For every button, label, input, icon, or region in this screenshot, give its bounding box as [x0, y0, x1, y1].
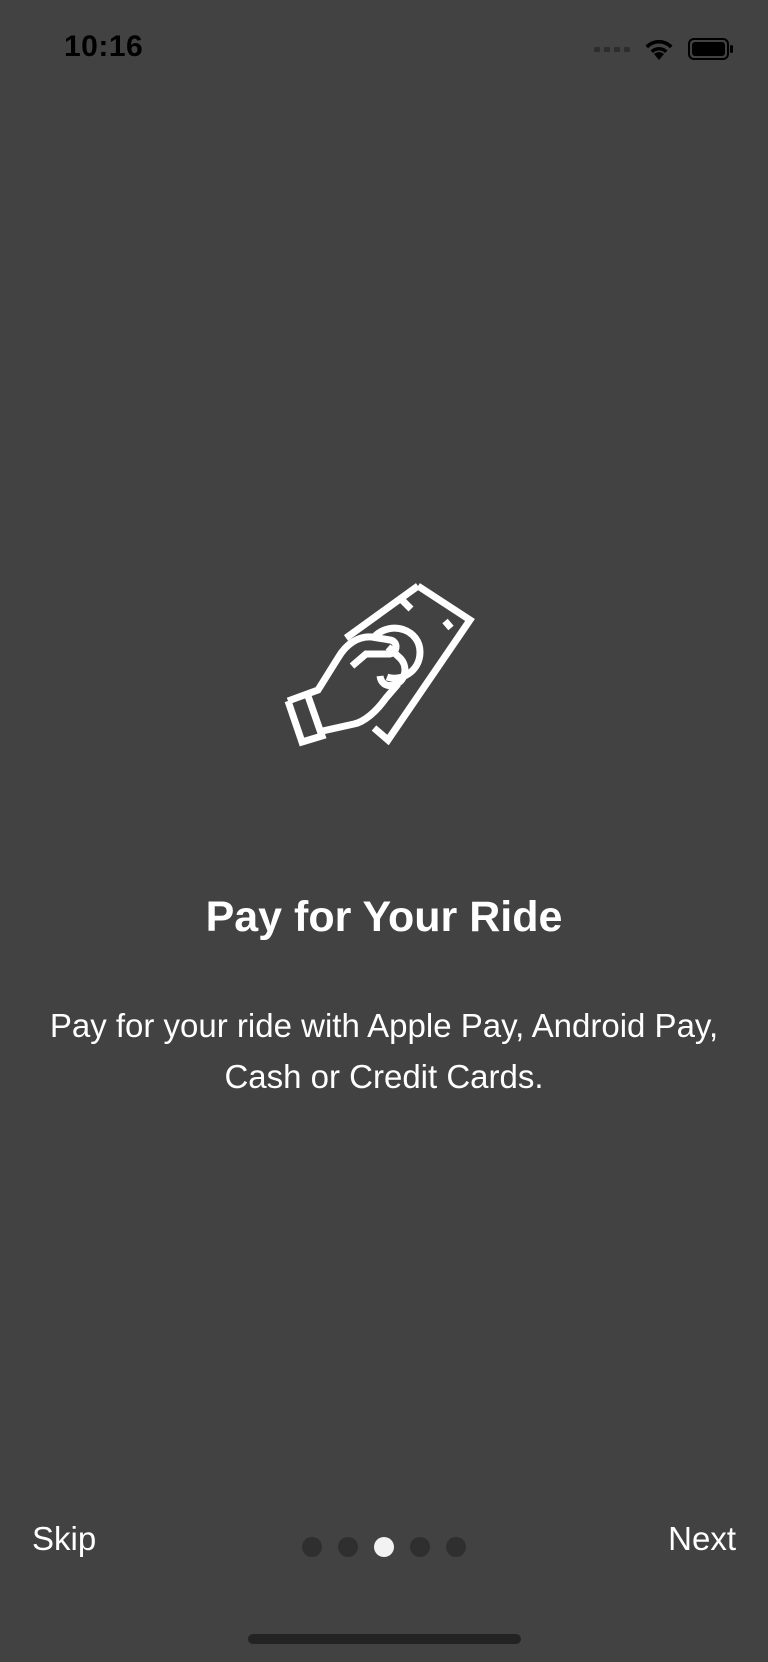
onboarding-description: Pay for your ride with Apple Pay, Androi… [49, 1007, 719, 1095]
next-button[interactable]: Next [668, 1520, 736, 1558]
page-dot-3[interactable] [374, 1537, 394, 1557]
status-bar: 10:16 [0, 0, 768, 100]
page-indicator [302, 1537, 466, 1557]
skip-button[interactable]: Skip [32, 1520, 96, 1558]
signal-icon [594, 46, 630, 52]
home-indicator[interactable] [248, 1634, 521, 1644]
battery-icon [688, 38, 733, 60]
status-time: 10:16 [64, 30, 144, 63]
page-dot-2[interactable] [338, 1537, 358, 1557]
page-dot-5[interactable] [446, 1537, 466, 1557]
wifi-icon [645, 39, 673, 60]
hand-cash-icon [284, 583, 475, 747]
onboarding-title: Pay for Your Ride [205, 893, 563, 941]
status-icons [594, 36, 734, 62]
page-dot-4[interactable] [410, 1537, 430, 1557]
onboarding-screen: 10:16 Pay for Your Ride Pay for your rid… [0, 0, 768, 1662]
page-dot-1[interactable] [302, 1537, 322, 1557]
